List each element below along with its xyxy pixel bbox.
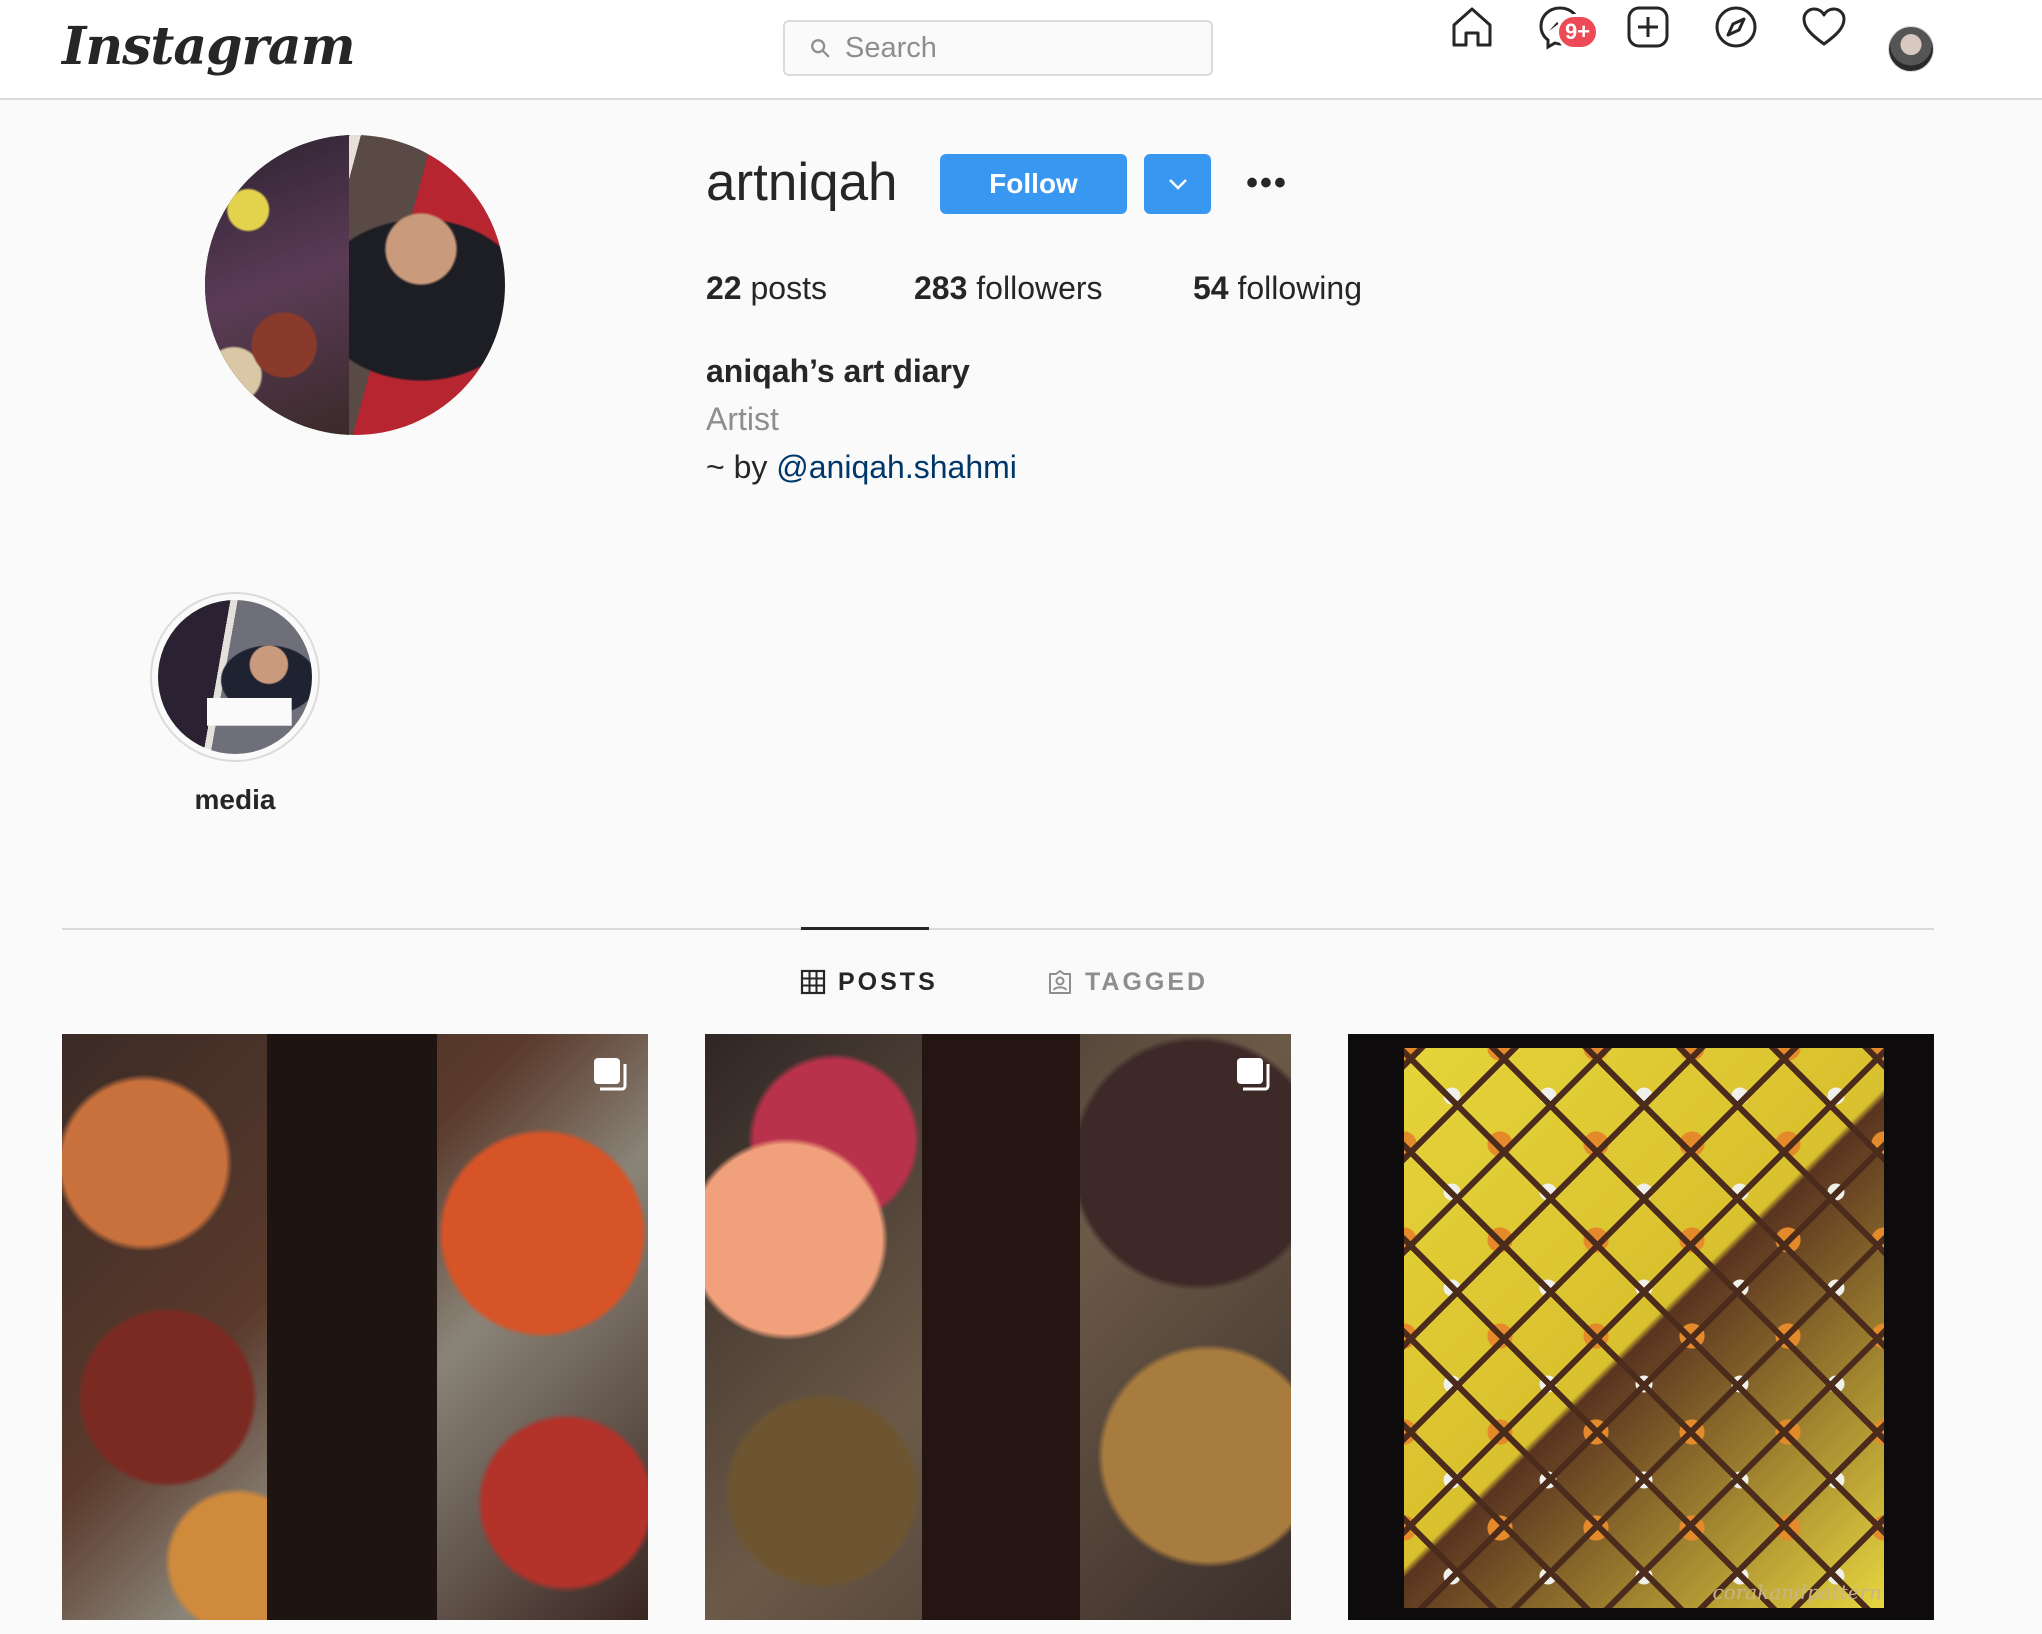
highlight-media-cover[interactable] (158, 600, 312, 754)
profile-avatar-icon[interactable] (1888, 26, 1934, 72)
profile-picture-batik-half (205, 135, 349, 435)
post-thumbnail[interactable] (705, 1034, 1291, 1620)
tab-posts-label: POSTS (838, 967, 938, 996)
bio-text: ~ by @aniqah.shahmi (706, 449, 1017, 486)
home-icon[interactable] (1445, 0, 1499, 54)
tab-posts[interactable]: POSTS (800, 964, 938, 1000)
carousel-multiple-icon (1237, 1058, 1270, 1091)
bio-category: Artist (706, 401, 779, 437)
top-navigation-bar: Instagram 9+ (0, 0, 2042, 100)
batik-pattern-artwork (1404, 1048, 1884, 1608)
search-icon (811, 39, 830, 58)
suggested-accounts-dropdown-button[interactable] (1144, 154, 1211, 214)
active-tab-indicator (801, 927, 929, 930)
highlight-media-label: media (194, 784, 276, 815)
bio-text-prefix: ~ by (706, 449, 777, 485)
artwork-signature: corakandpattern (1712, 1580, 1882, 1604)
tabs-divider (62, 928, 1934, 930)
carousel-multiple-icon (594, 1058, 627, 1091)
more-options-button[interactable]: ••• (1242, 160, 1292, 206)
follow-button[interactable]: Follow (940, 154, 1127, 214)
followers-count[interactable]: 283 followers (914, 270, 1103, 307)
messages-badge: 9+ (1556, 14, 1600, 50)
bio-mention-link[interactable]: @aniqah.shahmi (776, 449, 1017, 485)
followers-count-value: 283 (914, 270, 968, 306)
new-post-icon[interactable] (1621, 0, 1675, 54)
following-count[interactable]: 54 following (1193, 270, 1362, 307)
search-input[interactable] (845, 31, 1185, 65)
following-count-value: 54 (1193, 270, 1229, 306)
instagram-logo[interactable]: Instagram (62, 16, 356, 77)
explore-compass-icon[interactable] (1709, 0, 1763, 54)
posts-count: 22 posts (706, 270, 827, 307)
tagged-user-icon (1049, 970, 1071, 994)
tab-tagged[interactable]: TAGGED (1047, 964, 1208, 1000)
search-box[interactable] (783, 20, 1213, 76)
posts-count-value: 22 (706, 270, 742, 306)
tab-tagged-label: TAGGED (1085, 967, 1209, 996)
post-thumbnail[interactable]: corakandpattern (1348, 1034, 1934, 1620)
followers-count-label: followers (976, 270, 1103, 306)
profile-username: artniqah (706, 153, 898, 212)
post-thumbnail[interactable] (62, 1034, 648, 1620)
following-count-label: following (1237, 270, 1362, 306)
profile-picture[interactable] (205, 135, 505, 435)
activity-heart-icon[interactable] (1797, 0, 1851, 54)
bio-display-name: aniqah’s art diary (706, 353, 970, 389)
grid-icon (800, 969, 826, 995)
chevron-down-icon (1168, 179, 1187, 190)
posts-count-label: posts (750, 270, 827, 306)
